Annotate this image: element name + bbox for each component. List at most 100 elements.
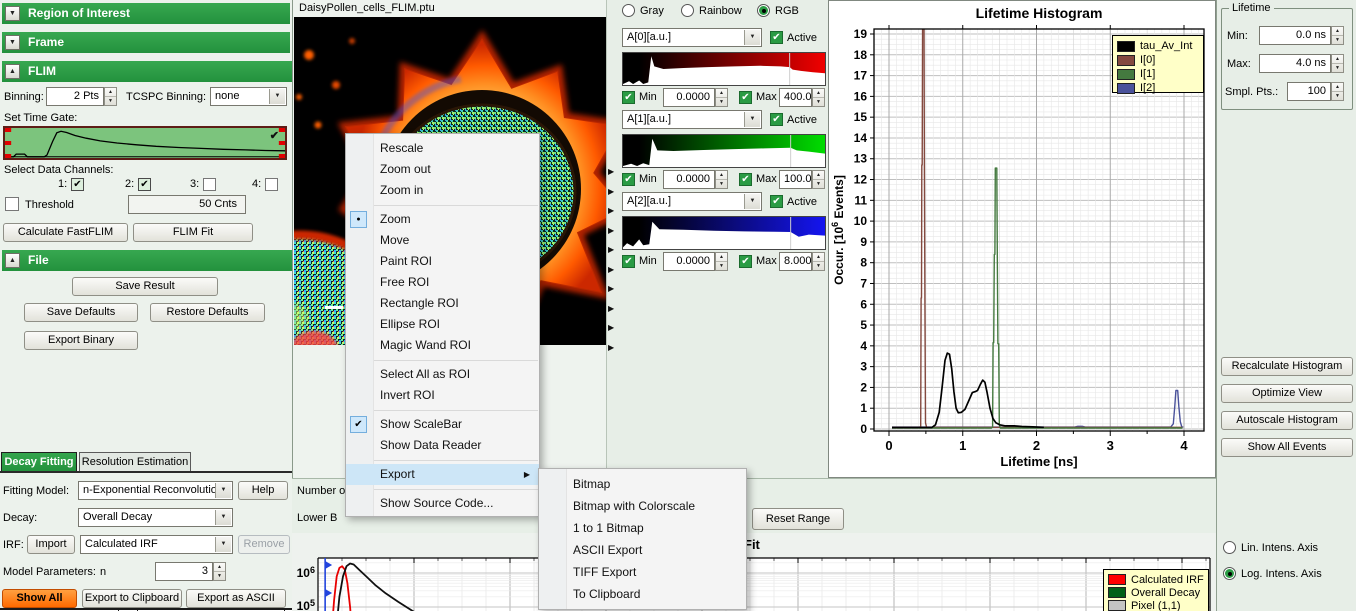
- submenu-item-tiff-export[interactable]: TIFF Export: [539, 561, 746, 583]
- menu-item-export[interactable]: Export▶: [346, 464, 539, 485]
- export-binary-button[interactable]: Export Binary: [24, 331, 138, 350]
- menu-item-show-scalebar[interactable]: ✔Show ScaleBar: [346, 414, 539, 435]
- spin-up-icon[interactable]: ▲: [813, 89, 824, 98]
- channel-1-min-checkbox[interactable]: ✔: [622, 173, 635, 186]
- spin-down-icon[interactable]: ▼: [716, 180, 727, 188]
- n-stepper[interactable]: ▲▼: [213, 562, 226, 581]
- optimize-view-button[interactable]: Optimize View: [1221, 384, 1353, 403]
- menu-item-rescale[interactable]: Rescale: [346, 138, 539, 159]
- export-as-ascii-button[interactable]: Export as ASCII: [186, 589, 286, 608]
- channel-1-histogram[interactable]: [622, 134, 826, 168]
- menu-item-invert-roi[interactable]: Invert ROI: [346, 385, 539, 406]
- lifetime-max-stepper[interactable]: ▲▼: [1331, 54, 1344, 73]
- chevron-down-icon[interactable]: ▼: [744, 194, 760, 209]
- flim-fit-button[interactable]: FLIM Fit: [133, 223, 253, 242]
- spin-down-icon[interactable]: ▼: [105, 97, 116, 105]
- chevron-down-icon[interactable]: ▼: [744, 30, 760, 45]
- spin-down-icon[interactable]: ▼: [813, 98, 824, 106]
- channel-0-max-checkbox[interactable]: ✔: [739, 91, 752, 104]
- channel-0-min-stepper[interactable]: ▲▼: [715, 88, 728, 107]
- channel-1-checkbox[interactable]: ✔: [71, 178, 84, 191]
- chevron-down-icon[interactable]: ▼: [215, 537, 231, 552]
- menu-item-show-data-reader[interactable]: Show Data Reader: [346, 435, 539, 456]
- export-to-clipboard-button[interactable]: Export to Clipboard: [82, 589, 182, 608]
- spin-up-icon[interactable]: ▲: [1332, 27, 1343, 36]
- radio-lin-intensity-axis[interactable]: [1223, 541, 1236, 554]
- channel-0-max-stepper[interactable]: ▲▼: [812, 88, 825, 107]
- chevron-down-icon[interactable]: ▼: [215, 483, 231, 498]
- section-header-roi[interactable]: ▼ Region of Interest: [2, 3, 290, 24]
- radio-gray[interactable]: [622, 4, 635, 17]
- save-result-button[interactable]: Save Result: [72, 277, 218, 296]
- spin-up-icon[interactable]: ▲: [716, 253, 727, 262]
- radio-log-intensity-axis[interactable]: [1223, 567, 1236, 580]
- fitting-model-select[interactable]: n-Exponential Reconvolution ▼: [78, 481, 233, 500]
- spin-down-icon[interactable]: ▼: [214, 572, 225, 580]
- calculate-fastflim-button[interactable]: Calculate FastFLIM: [3, 223, 128, 242]
- menu-item-rectangle-roi[interactable]: Rectangle ROI: [346, 293, 539, 314]
- channel-4-checkbox[interactable]: [265, 178, 278, 191]
- time-gate-graph[interactable]: ✔: [3, 126, 287, 160]
- submenu-item-ascii-export[interactable]: ASCII Export: [539, 539, 746, 561]
- menu-item-move[interactable]: Move: [346, 230, 539, 251]
- tab-resolution-estimation[interactable]: Resolution Estimation: [79, 452, 191, 472]
- channel-1-max-stepper[interactable]: ▲▼: [812, 170, 825, 189]
- spin-up-icon[interactable]: ▲: [105, 88, 116, 97]
- spin-up-icon[interactable]: ▲: [1332, 55, 1343, 64]
- collapse-arrow-icon[interactable]: ▼: [5, 35, 20, 50]
- section-header-flim[interactable]: ▲ FLIM: [2, 61, 314, 82]
- sample-points-field[interactable]: 100: [1287, 82, 1331, 101]
- spin-down-icon[interactable]: ▼: [1332, 92, 1343, 100]
- menu-item-zoom-mode[interactable]: ●Zoom: [346, 209, 539, 230]
- spin-up-icon[interactable]: ▲: [813, 171, 824, 180]
- channel-1-max-field[interactable]: 100.000: [779, 170, 812, 189]
- chevron-down-icon[interactable]: ▼: [215, 510, 231, 525]
- channel-2-min-checkbox[interactable]: ✔: [622, 255, 635, 268]
- menu-item-paint-roi[interactable]: Paint ROI: [346, 251, 539, 272]
- menu-item-zoom-out[interactable]: Zoom out: [346, 159, 539, 180]
- spin-up-icon[interactable]: ▲: [1332, 83, 1343, 92]
- channel-3-checkbox[interactable]: [203, 178, 216, 191]
- channel-2-max-checkbox[interactable]: ✔: [739, 255, 752, 268]
- submenu-item-to-clipboard[interactable]: To Clipboard: [539, 583, 746, 605]
- channel-0-active-checkbox[interactable]: ✔: [770, 31, 783, 44]
- spin-up-icon[interactable]: ▲: [813, 253, 824, 262]
- channel-1-select[interactable]: A[1][a.u.] ▼: [622, 110, 762, 129]
- spin-down-icon[interactable]: ▼: [1332, 64, 1343, 72]
- section-header-file[interactable]: ▲ File: [2, 250, 314, 271]
- channel-2-max-field[interactable]: 8.0000: [779, 252, 812, 271]
- save-defaults-button[interactable]: Save Defaults: [24, 303, 138, 322]
- lifetime-min-stepper[interactable]: ▲▼: [1331, 26, 1344, 45]
- spin-down-icon[interactable]: ▼: [716, 98, 727, 106]
- section-header-frame[interactable]: ▼ Frame: [2, 32, 290, 53]
- decay-fit-chart[interactable]: 106105Fit: [292, 533, 1216, 611]
- menu-item-select-all-as-roi[interactable]: Select All as ROI: [346, 364, 539, 385]
- spin-down-icon[interactable]: ▼: [716, 262, 727, 270]
- channel-0-min-field[interactable]: 0.0000: [663, 88, 715, 107]
- threshold-value-field[interactable]: 50 Cnts: [128, 195, 246, 214]
- lifetime-max-field[interactable]: 4.0 ns: [1259, 54, 1331, 73]
- chevron-down-icon[interactable]: ▼: [744, 112, 760, 127]
- autoscale-histogram-button[interactable]: Autoscale Histogram: [1221, 411, 1353, 430]
- tcspc-binning-select[interactable]: none ▼: [210, 87, 287, 106]
- chevron-down-icon[interactable]: ▼: [269, 89, 285, 104]
- channel-2-max-stepper[interactable]: ▲▼: [812, 252, 825, 271]
- channel-1-max-checkbox[interactable]: ✔: [739, 173, 752, 186]
- recalculate-histogram-button[interactable]: Recalculate Histogram: [1221, 357, 1353, 376]
- import-irf-button[interactable]: Import: [27, 535, 75, 554]
- threshold-checkbox[interactable]: [5, 197, 19, 211]
- sample-points-stepper[interactable]: ▲▼: [1331, 82, 1344, 101]
- binning-stepper[interactable]: ▲▼: [104, 87, 117, 106]
- menu-item-show-source-code[interactable]: Show Source Code...: [346, 493, 539, 514]
- channel-2-min-stepper[interactable]: ▲▼: [715, 252, 728, 271]
- spin-up-icon[interactable]: ▲: [214, 563, 225, 572]
- menu-item-zoom-in[interactable]: Zoom in: [346, 180, 539, 201]
- menu-item-ellipse-roi[interactable]: Ellipse ROI: [346, 314, 539, 335]
- spin-down-icon[interactable]: ▼: [1332, 36, 1343, 44]
- collapse-arrow-icon[interactable]: ▲: [5, 64, 20, 79]
- help-button[interactable]: Help: [238, 481, 288, 500]
- submenu-item-bitmap[interactable]: Bitmap: [539, 473, 746, 495]
- show-all-button[interactable]: Show All: [2, 589, 77, 608]
- spin-down-icon[interactable]: ▼: [813, 262, 824, 270]
- remove-irf-button[interactable]: Remove: [238, 535, 290, 554]
